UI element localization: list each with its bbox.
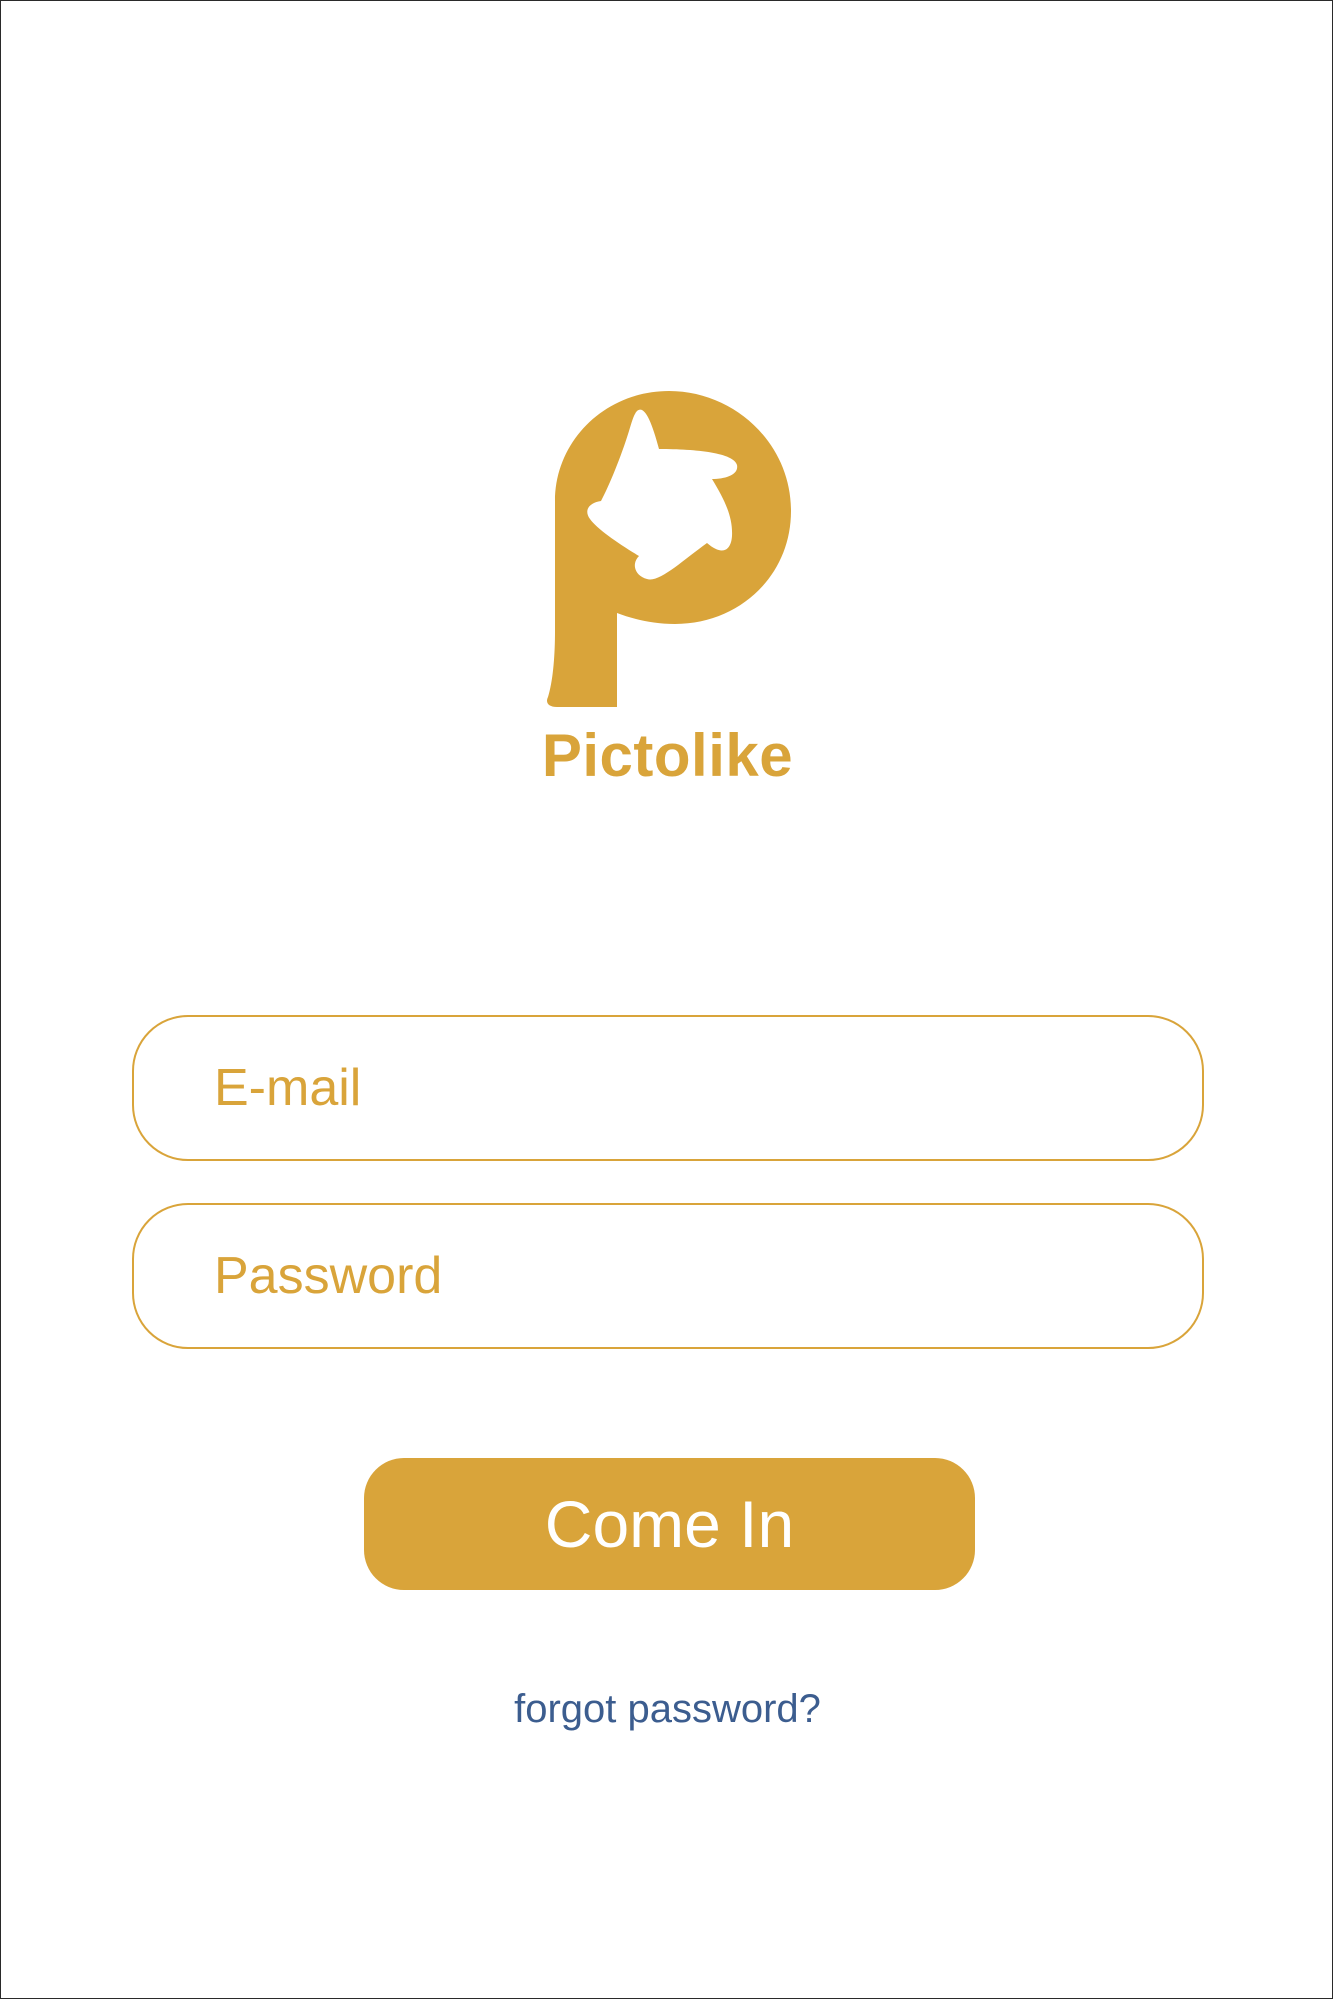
password-input[interactable] (214, 1205, 1174, 1347)
email-input[interactable] (214, 1017, 1174, 1159)
app-name: Pictolike (541, 722, 794, 789)
password-field[interactable] (132, 1203, 1204, 1349)
email-field[interactable] (132, 1015, 1204, 1161)
pictolike-logo-icon (547, 391, 791, 707)
come-in-button[interactable]: Come In (364, 1458, 975, 1590)
forgot-password-link[interactable]: forgot password? (1, 1687, 1333, 1732)
screen-frame: Pictolike Come In forgot password? (0, 0, 1333, 1999)
